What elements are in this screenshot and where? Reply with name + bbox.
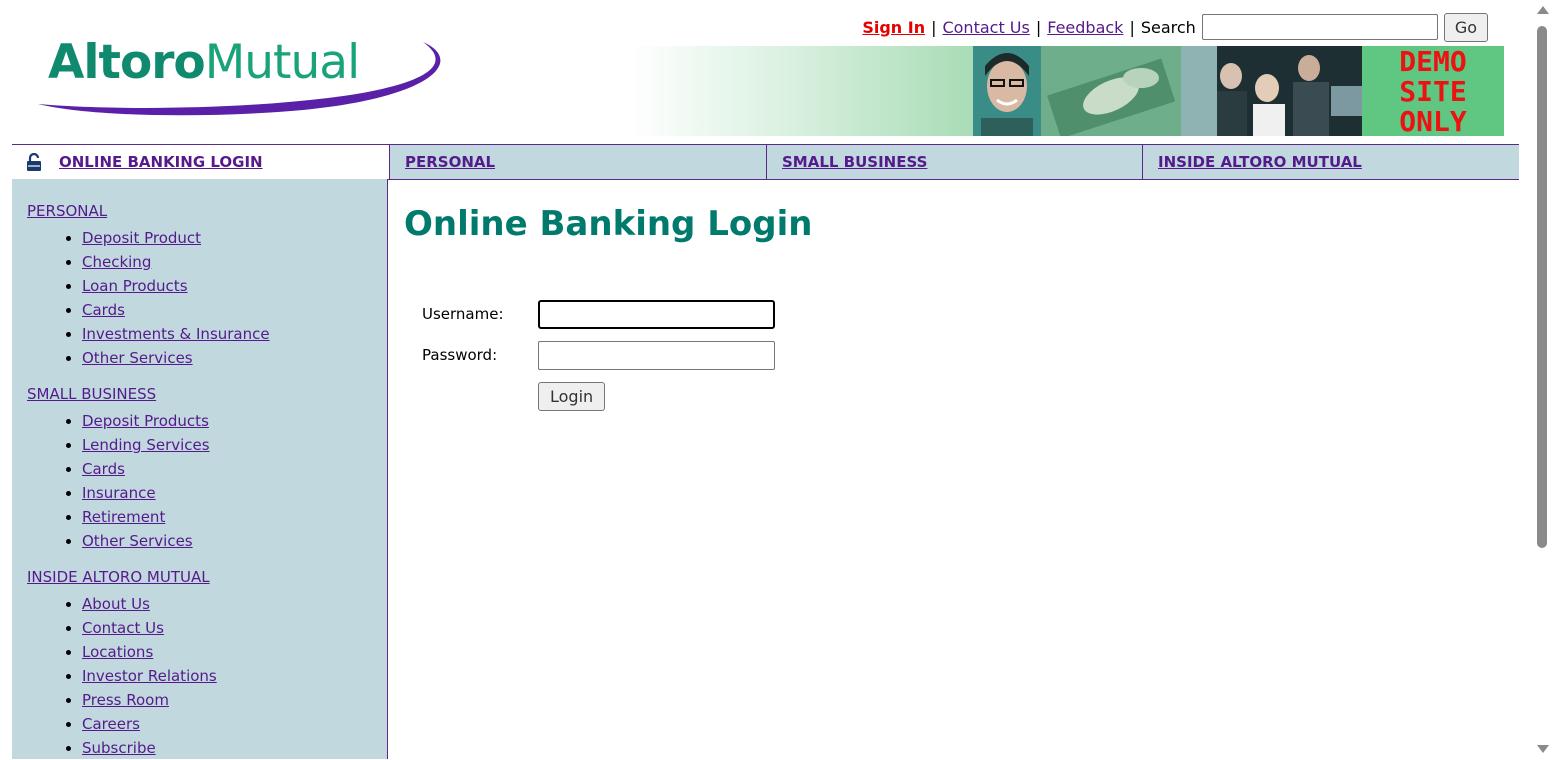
list-item: Deposit Products [82, 409, 210, 433]
main-nav-tabs: ONLINE BANKING LOGIN PERSONAL SMALL BUSI… [12, 144, 1519, 180]
tab-personal[interactable]: PERSONAL [389, 145, 766, 179]
list-item: Checking [82, 250, 270, 274]
username-label: Username: [422, 305, 504, 323]
list-item: Cards [82, 298, 270, 322]
login-button[interactable]: Login [538, 382, 606, 411]
top-utility-links: Sign In | Contact Us | Feedback | Search… [862, 12, 1488, 42]
sidebar-section-personal[interactable]: PERSONAL [27, 202, 107, 220]
list-item: Cards [82, 457, 210, 481]
demo-site-only-badge: DEMO SITE ONLY [1362, 46, 1504, 136]
tab-online-banking-login-link[interactable]: ONLINE BANKING LOGIN [59, 153, 263, 171]
separator: | [931, 17, 937, 37]
list-item: Other Services [82, 529, 210, 553]
sidebar-list-small-business: Deposit Products Lending Services Cards … [62, 409, 210, 553]
list-item: Deposit Product [82, 226, 270, 250]
sidebar-item-deposit-products[interactable]: Deposit Products [82, 412, 209, 430]
list-item: Careers [82, 712, 217, 736]
tab-inside-altoro-mutual-link[interactable]: INSIDE ALTORO MUTUAL [1158, 153, 1362, 171]
banner-photo-hands [1041, 46, 1181, 136]
sidebar-section-inside-altoro-mutual[interactable]: INSIDE ALTORO MUTUAL [27, 568, 210, 586]
sidebar-item-retirement[interactable]: Retirement [82, 508, 165, 526]
banner-photo-woman [973, 46, 1041, 136]
sidebar-item-cards[interactable]: Cards [82, 460, 125, 478]
list-item: Insurance [82, 481, 210, 505]
sidebar-section-small-business[interactable]: SMALL BUSINESS [27, 385, 156, 403]
sidebar: PERSONAL Deposit Product Checking Loan P… [12, 179, 388, 759]
tab-online-banking-login[interactable]: ONLINE BANKING LOGIN [12, 145, 389, 179]
search-input[interactable] [1201, 14, 1438, 40]
list-item: Lending Services [82, 433, 210, 457]
scroll-up-arrow-icon[interactable] [1537, 6, 1549, 14]
logo-text: AltoroMutual [48, 35, 360, 90]
sidebar-item-about-us[interactable]: About Us [82, 595, 150, 613]
demo-line: ONLY [1399, 105, 1467, 137]
demo-line: SITE [1399, 75, 1467, 108]
tab-inside-altoro-mutual[interactable]: INSIDE ALTORO MUTUAL [1142, 145, 1519, 179]
sidebar-item-other-services[interactable]: Other Services [82, 532, 193, 550]
scroll-down-arrow-icon[interactable] [1537, 745, 1549, 753]
sidebar-list-personal: Deposit Product Checking Loan Products C… [62, 226, 270, 370]
list-item: Investments & Insurance [82, 322, 270, 346]
feedback-link[interactable]: Feedback [1047, 18, 1123, 37]
sidebar-item-contact-us[interactable]: Contact Us [82, 619, 164, 637]
list-item: About Us [82, 592, 217, 616]
page-title: Online Banking Login [404, 204, 813, 244]
sidebar-item-subscribe[interactable]: Subscribe [82, 739, 156, 757]
banner-photo-meeting [1181, 46, 1362, 136]
sidebar-item-cards[interactable]: Cards [82, 301, 125, 319]
separator: | [1035, 17, 1042, 37]
sidebar-item-loan-products[interactable]: Loan Products [82, 277, 188, 295]
sign-in-link[interactable]: Sign In [862, 18, 925, 37]
sidebar-item-other-services[interactable]: Other Services [82, 349, 193, 367]
sidebar-item-investor-relations[interactable]: Investor Relations [82, 667, 217, 685]
list-item: Press Room [82, 688, 217, 712]
page-scrollbar[interactable] [1530, 0, 1554, 759]
list-item: Retirement [82, 505, 210, 529]
sidebar-item-checking[interactable]: Checking [82, 253, 151, 271]
search-go-button[interactable]: Go [1443, 12, 1488, 42]
search-label: Search [1140, 17, 1196, 37]
demo-line: DEMO [1399, 46, 1467, 78]
tab-small-business[interactable]: SMALL BUSINESS [766, 145, 1142, 179]
tab-personal-link[interactable]: PERSONAL [405, 153, 495, 171]
sidebar-item-lending-services[interactable]: Lending Services [82, 436, 210, 454]
scrollbar-thumb[interactable] [1537, 26, 1547, 548]
password-field[interactable] [538, 341, 775, 370]
list-item: Loan Products [82, 274, 270, 298]
sidebar-item-investments-insurance[interactable]: Investments & Insurance [82, 325, 270, 343]
sidebar-item-deposit-product[interactable]: Deposit Product [82, 229, 201, 247]
sidebar-list-inside: About Us Contact Us Locations Investor R… [62, 592, 217, 760]
banner-gradient [630, 46, 974, 136]
list-item: Contact Us [82, 616, 217, 640]
password-label: Password: [422, 346, 498, 364]
sidebar-item-careers[interactable]: Careers [82, 715, 140, 733]
lock-icon [27, 153, 41, 171]
separator: | [1129, 17, 1135, 37]
username-field[interactable] [538, 300, 775, 329]
sidebar-item-locations[interactable]: Locations [82, 643, 153, 661]
tab-small-business-link[interactable]: SMALL BUSINESS [782, 153, 927, 171]
list-item: Locations [82, 640, 217, 664]
list-item: Subscribe [82, 736, 217, 760]
sidebar-item-insurance[interactable]: Insurance [82, 484, 156, 502]
contact-us-link[interactable]: Contact Us [942, 18, 1029, 37]
list-item: Other Services [82, 346, 270, 370]
sidebar-item-press-room[interactable]: Press Room [82, 691, 169, 709]
altoro-mutual-logo[interactable]: AltoroMutual [28, 32, 454, 120]
list-item: Investor Relations [82, 664, 217, 688]
header-banner: DEMO SITE ONLY [630, 46, 1504, 136]
